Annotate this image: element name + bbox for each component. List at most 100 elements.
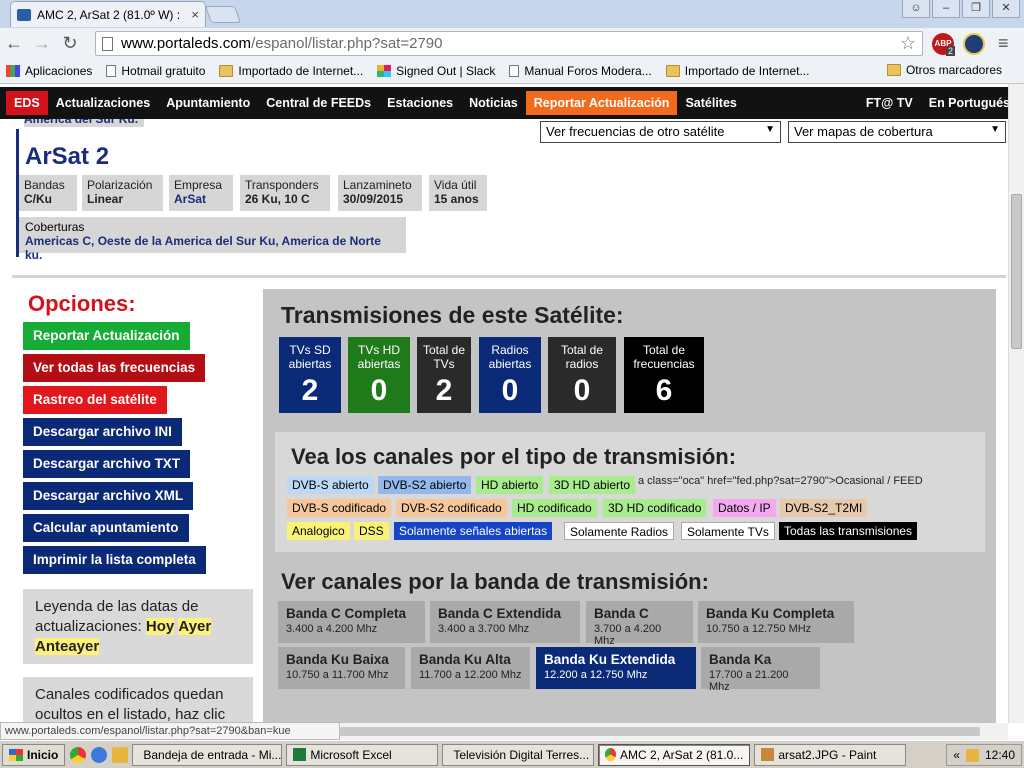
band-ku-ext[interactable]: Banda Ku Extendida 12.200 a 12.750 Mhz — [536, 647, 696, 689]
nav-noticias[interactable]: Noticias — [461, 91, 526, 115]
tag-hd-coded[interactable]: HD codificado — [512, 499, 597, 517]
nav-portugues[interactable]: En Portugués — [921, 91, 1018, 115]
band-ku-high[interactable]: Banda Ku Alta 11.700 a 12.200 Mhz — [411, 647, 530, 689]
new-tab-button[interactable] — [204, 6, 242, 23]
nav-eds[interactable]: EDS — [6, 91, 48, 115]
menu-icon[interactable]: ≡ — [998, 33, 1009, 54]
bookmark-folder-2[interactable]: Importado de Internet... — [665, 64, 809, 78]
tag-datos-ip[interactable]: Datos / IP — [713, 499, 776, 517]
tag-dvbs2-t2mi[interactable]: DVB-S2_T2MI — [780, 499, 868, 517]
task-tv[interactable]: Televisión Digital Terres... — [442, 743, 595, 766]
reload-icon[interactable]: ↻ — [56, 30, 84, 56]
bookmark-slack[interactable]: Signed Out | Slack — [377, 64, 495, 78]
bookmark-star-icon[interactable]: ☆ — [900, 33, 916, 54]
stat-value: 2 — [435, 374, 453, 407]
stat-total-tv[interactable]: Total de TVs 2 — [417, 337, 471, 413]
tag-all[interactable]: Todas las transmisiones — [779, 522, 918, 540]
restore-icon[interactable]: ❐ — [962, 0, 990, 18]
stat-total-radios[interactable]: Total de radios 0 — [548, 337, 616, 413]
tag-tvs-only[interactable]: Solamente TVs — [681, 522, 775, 540]
clock[interactable]: 12:40 — [985, 748, 1015, 762]
ie-icon[interactable] — [91, 746, 108, 763]
window-controls: ☺ – ❐ ✕ — [902, 0, 1020, 18]
user-icon[interactable]: ☺ — [902, 0, 930, 18]
all-frequencies-button[interactable]: Ver todas las frecuencias — [23, 354, 206, 382]
tag-3dhd-coded[interactable]: 3D HD codificado — [603, 499, 707, 517]
report-update-button[interactable]: Reportar Actualización — [23, 322, 190, 350]
raw-feed-link-text[interactable]: a class="oca" href="fed.php?sat=2790">Oc… — [638, 475, 923, 487]
nav-reportar[interactable]: Reportar Actualización — [525, 91, 678, 115]
tag-analogico[interactable]: Analogico — [287, 522, 350, 540]
nav-actualizaciones[interactable]: Actualizaciones — [48, 91, 158, 115]
stat-total-freq[interactable]: Total de frecuencias 6 — [624, 337, 704, 413]
task-paint[interactable]: arsat2.JPG - Paint — [754, 743, 907, 766]
tag-dvbs2-open[interactable]: DVB-S2 abierto — [378, 476, 472, 494]
page-content: America del Sur Ku. ArSat 2 Bandas C/Ku … — [0, 119, 1008, 723]
minimize-icon[interactable]: – — [932, 0, 960, 18]
nav-ftatv[interactable]: FT@ TV — [858, 91, 921, 115]
tag-radios-only[interactable]: Solamente Radios — [564, 522, 675, 540]
address-bar[interactable]: www.portaleds.com/espanol/listar.php?sat… — [95, 31, 923, 56]
tag-dvbs-open[interactable]: DVB-S abierto — [287, 476, 374, 494]
chrome-icon[interactable] — [70, 746, 87, 763]
bookmark-folder-1[interactable]: Importado de Internet... — [219, 64, 363, 78]
band-ku-full[interactable]: Banda Ku Completa 10.750 a 12.750 MHz — [698, 601, 854, 643]
stat-tv-sd[interactable]: TVs SD abiertas 2 — [279, 337, 341, 413]
task-amc-active[interactable]: AMC 2, ArSat 2 (81.0... — [598, 743, 751, 766]
download-ini-button[interactable]: Descargar archivo INI — [23, 418, 182, 446]
tag-3dhd-open[interactable]: 3D HD abierto — [549, 476, 636, 494]
system-tray: « 12:40 — [946, 744, 1022, 766]
tag-dvbs-coded[interactable]: DVB-S codificado — [287, 499, 392, 517]
close-tab-icon[interactable]: × — [191, 7, 199, 22]
print-list-button[interactable]: Imprimir la lista completa — [23, 546, 206, 574]
nav-central-feeds[interactable]: Central de FEEDs — [258, 91, 379, 115]
calc-pointing-button[interactable]: Calcular apuntamiento — [23, 514, 189, 542]
bookmark-hotmail[interactable]: Hotmail gratuito — [106, 64, 205, 78]
extension-icon[interactable] — [963, 33, 985, 55]
band-c-ext[interactable]: Banda C Extendida 3.400 a 3.700 Mhz — [430, 601, 580, 643]
bookmark-manual[interactable]: Manual Foros Modera... — [509, 64, 652, 78]
download-xml-button[interactable]: Descargar archivo XML — [23, 482, 194, 510]
nav-satelites[interactable]: Satélites — [677, 91, 744, 115]
browser-tab-active[interactable]: AMC 2, ArSat 2 (81.0º W) : × — [10, 1, 206, 27]
vertical-scrollbar[interactable] — [1008, 84, 1024, 723]
hscroll-thumb[interactable] — [340, 727, 980, 736]
paint-icon — [761, 748, 775, 761]
other-satellite-select[interactable]: Ver frecuencias de otro satélite ▼ — [540, 121, 781, 143]
stat-radios[interactable]: Radios abiertas 0 — [479, 337, 541, 413]
type-title: Vea los canales por el tipo de transmisi… — [291, 444, 737, 469]
tray-app-icon[interactable] — [965, 748, 979, 762]
start-button[interactable]: Inicio — [2, 743, 66, 766]
tag-dvbs2-coded[interactable]: DVB-S2 codificado — [396, 499, 507, 517]
forward-icon[interactable]: → — [28, 30, 56, 56]
stat-tv-hd[interactable]: TVs HD abiertas 0 — [348, 337, 410, 413]
outlook-icon[interactable] — [112, 746, 129, 763]
band-ka[interactable]: Banda Ka 17.700 a 21.200 Mhz — [701, 647, 820, 693]
tag-dss[interactable]: DSS — [354, 522, 389, 540]
scroll-thumb[interactable] — [1011, 194, 1022, 349]
task-excel[interactable]: Microsoft Excel — [286, 743, 439, 766]
info-value: 26 Ku, 10 C — [245, 192, 310, 206]
info-value[interactable]: ArSat — [174, 192, 228, 206]
nav-estaciones[interactable]: Estaciones — [379, 91, 461, 115]
tracking-button[interactable]: Rastreo del satélite — [23, 386, 167, 414]
tag-open-only[interactable]: Solamente señales abiertas — [394, 522, 553, 540]
nav-apuntamiento[interactable]: Apuntamiento — [158, 91, 258, 115]
slack-icon — [377, 64, 392, 77]
coverage-map-select[interactable]: Ver mapas de cobertura ▼ — [788, 121, 1006, 143]
bookmark-apps[interactable]: Aplicaciones — [6, 64, 92, 78]
tag-hd-open[interactable]: HD abierto — [476, 476, 544, 494]
tray-expand-icon[interactable]: « — [953, 748, 960, 762]
close-window-icon[interactable]: ✕ — [992, 0, 1020, 18]
url-path: /espanol/listar.php?sat=2790 — [251, 35, 443, 52]
band-c[interactable]: Banda C 3.700 a 4.200 Mhz — [586, 601, 693, 647]
folder-icon — [665, 64, 680, 77]
bookmark-other[interactable]: Otros marcadores — [886, 63, 1002, 77]
legend-ayer: Ayer — [178, 618, 212, 635]
coverage-links[interactable]: Americas C, Oeste de la America del Sur … — [25, 234, 400, 262]
download-txt-button[interactable]: Descargar archivo TXT — [23, 450, 191, 478]
back-icon[interactable]: ← — [0, 30, 28, 56]
band-c-full[interactable]: Banda C Completa 3.400 a 4.200 Mhz — [278, 601, 425, 643]
task-mail[interactable]: Bandeja de entrada - Mi... — [132, 743, 283, 766]
band-ku-low[interactable]: Banda Ku Baixa 10.750 a 11.700 Mhz — [278, 647, 405, 689]
